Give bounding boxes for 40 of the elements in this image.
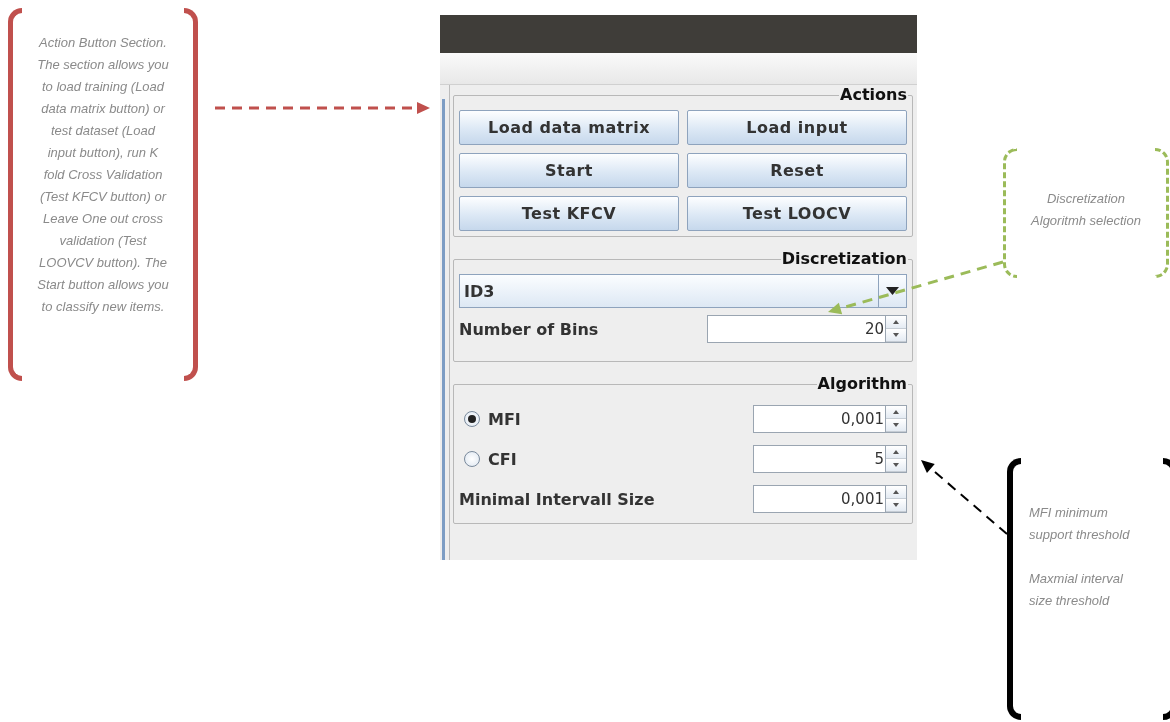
number-field[interactable]: 20 [707,315,885,343]
decrement-button[interactable] [886,499,906,512]
radio-button[interactable] [464,411,480,427]
annotation-text: Discretization Algoritmh selection [1029,190,1142,230]
down-arrow-icon [893,503,899,507]
down-arrow-icon [893,463,899,467]
down-arrow-icon [893,423,899,427]
annotation-text: MFI minimum support threshold [1029,504,1131,544]
decrement-button[interactable] [886,329,906,342]
increment-button[interactable] [886,316,906,329]
panel-title: Algorithm [816,374,908,393]
action-button[interactable]: Load input [687,110,907,145]
down-arrow-icon [893,333,899,337]
action-button[interactable]: Test KFCV [459,196,679,231]
action-button[interactable]: Start [459,153,679,188]
number-field[interactable]: 0,001 [753,485,885,513]
action-button[interactable]: Test LOOCV [687,196,907,231]
decrement-button[interactable] [886,459,906,472]
up-arrow-icon [893,410,899,414]
field-label: Minimal Intervall Size [459,489,655,509]
annotation-text: Action Button Section. The section allows you to load training (Load data matrix button) or test dataset (Load input button), run K fold Cross Validation (Test KFCV button) or Leave One out cross validation (Test LOOVCV button). The Start button allows you to classify new items. [36,33,170,316]
up-arrow-icon [893,450,899,454]
method-dropdown[interactable]: ID3 [459,274,907,308]
annotation-text: Maxmial interval size threshold [1029,570,1124,610]
increment-button[interactable] [886,406,906,419]
up-arrow-icon [893,490,899,494]
caret-icon [886,286,899,296]
decrement-button[interactable] [886,419,906,432]
increment-button[interactable] [886,486,906,499]
radio-option[interactable]: MFI [459,409,521,429]
radio-button[interactable] [464,451,480,467]
increment-button[interactable] [886,446,906,459]
number-field[interactable]: 0,001 [753,405,885,433]
action-button[interactable]: Load data matrix [459,110,679,145]
number-field[interactable]: 5 [753,445,885,473]
dropdown-value: ID3 [463,280,496,303]
up-arrow-icon [893,320,899,324]
action-button[interactable]: Reset [687,153,907,188]
radio-option[interactable]: CFI [459,449,517,469]
field-label: Number of Bins [459,319,599,339]
